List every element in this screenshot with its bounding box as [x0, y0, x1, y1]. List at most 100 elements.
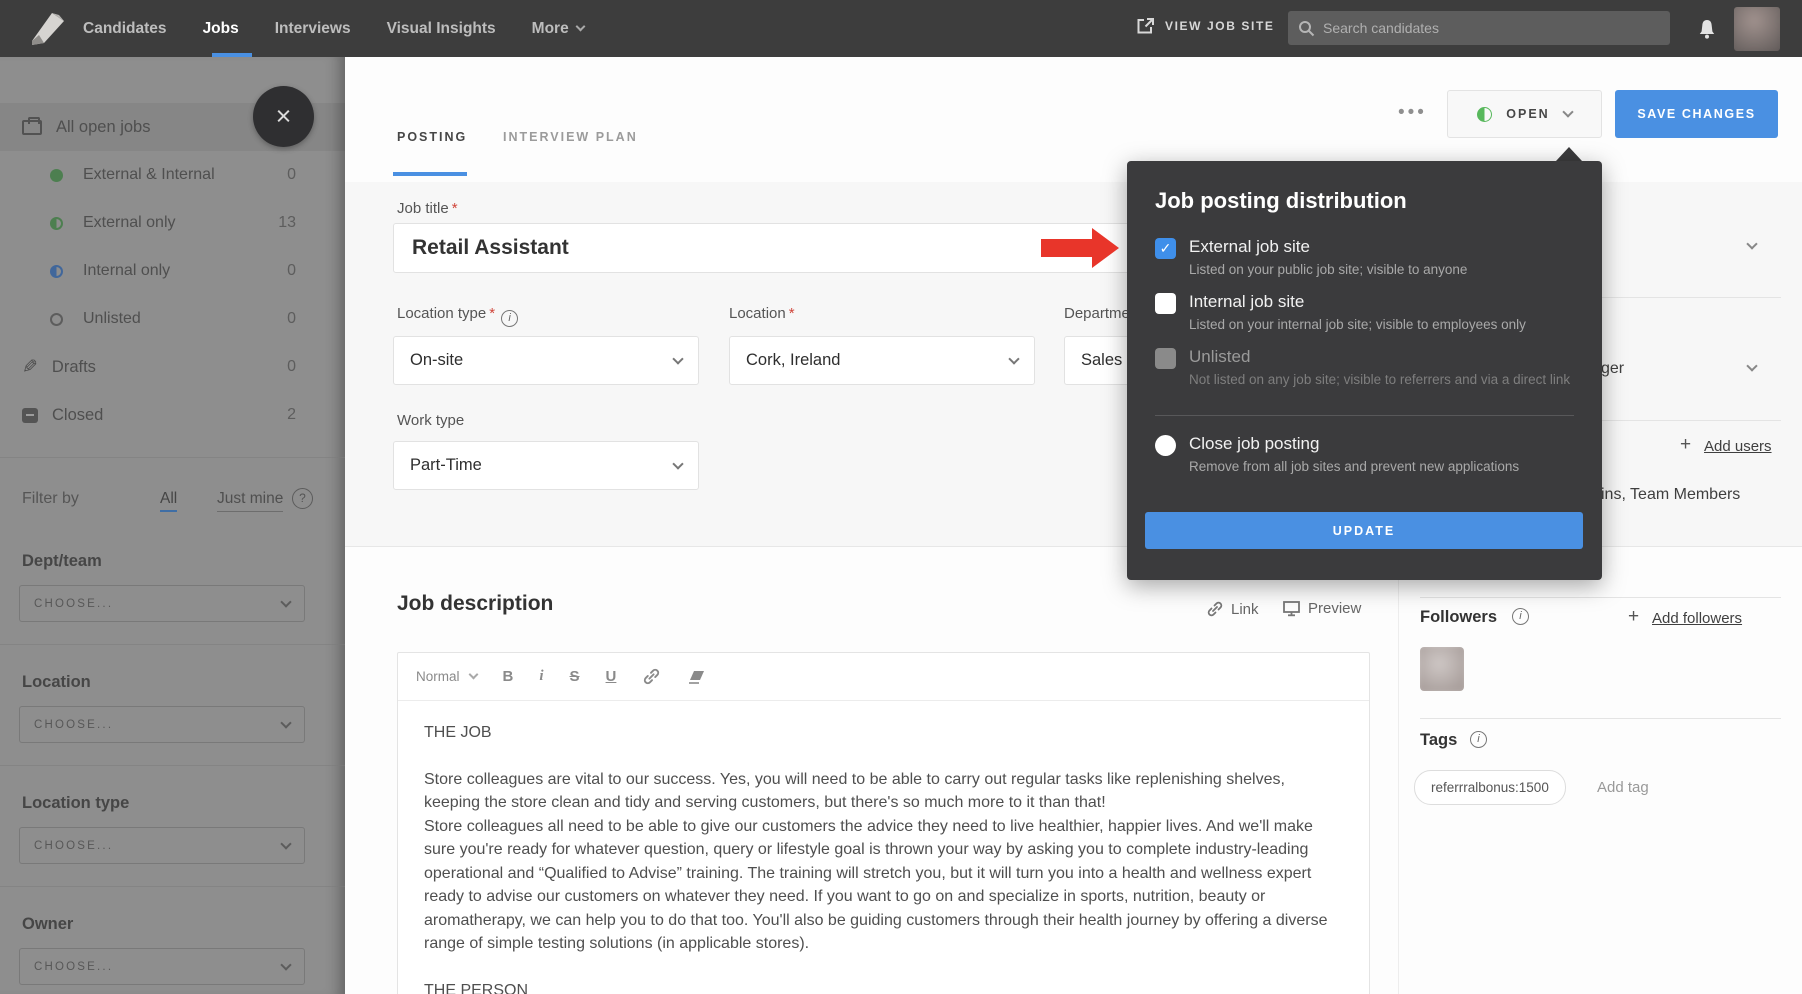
update-button[interactable]: UPDATE [1145, 512, 1583, 549]
location-type-dropdown[interactable]: On-site [393, 336, 699, 385]
italic-button[interactable]: i [539, 668, 543, 685]
work-type-dropdown[interactable]: Part-Time [393, 441, 699, 490]
option-description: Listed on your internal job site; visibl… [1189, 317, 1526, 332]
info-icon[interactable]: i [1470, 731, 1487, 748]
green-half-dot-icon [50, 217, 63, 230]
work-type-label: Work type [397, 412, 464, 429]
notifications-bell-icon[interactable] [1690, 12, 1724, 46]
description-paragraph: THE JOB [424, 721, 1343, 745]
required-asterisk: * [452, 200, 458, 217]
nav-visual-insights[interactable]: Visual Insights [387, 20, 496, 38]
option-close-job-posting[interactable]: Close job posting Remove from all job si… [1155, 434, 1575, 474]
sidebar-item-count: 0 [287, 310, 296, 328]
view-job-site-button[interactable]: VIEW JOB SITE [1136, 17, 1274, 35]
job-title-input[interactable] [393, 223, 1130, 273]
chevron-down-icon [468, 670, 478, 680]
more-options-button[interactable]: ••• [1398, 102, 1427, 124]
checkbox-checked-icon[interactable]: ✓ [1155, 238, 1176, 259]
owner-select[interactable]: CHOOSE... [19, 948, 305, 985]
nav-more[interactable]: More [532, 20, 584, 38]
arrow-head [1092, 228, 1119, 268]
preview-button[interactable]: Preview [1282, 600, 1361, 617]
option-description: Remove from all job sites and prevent ne… [1189, 459, 1519, 474]
location-value: Cork, Ireland [746, 351, 840, 370]
tab-interview-plan[interactable]: INTERVIEW PLAN [503, 130, 638, 144]
open-status-icon [1477, 107, 1492, 122]
option-label: Close job posting [1189, 434, 1319, 453]
nav-interviews[interactable]: Interviews [275, 20, 351, 38]
help-icon[interactable]: ? [292, 488, 313, 509]
clear-formatting-eraser-icon[interactable] [687, 669, 707, 685]
sidebar-item-unlisted[interactable]: Unlisted 0 [0, 295, 345, 343]
arrow-body [1041, 239, 1092, 257]
filter-just-mine-toggle[interactable]: Just mine [217, 490, 283, 512]
pencil-icon: ✎ [22, 358, 38, 377]
radio-icon[interactable] [1155, 435, 1176, 456]
link-label: Link [1231, 601, 1259, 618]
underline-button[interactable]: U [606, 668, 617, 685]
user-avatar[interactable] [1734, 7, 1780, 51]
sidebar-item-internal-only[interactable]: Internal only 0 [0, 247, 345, 295]
sidebar-item-count: 2 [287, 406, 296, 424]
info-icon[interactable]: i [501, 310, 518, 327]
location-heading: Location [22, 673, 345, 692]
primary-nav: Candidates Jobs Interviews Visual Insigh… [83, 0, 584, 57]
add-followers-link[interactable]: Add followers [1652, 610, 1742, 627]
option-external-job-site[interactable]: ✓ External job site Listed on your publi… [1155, 237, 1575, 277]
save-changes-button[interactable]: SAVE CHANGES [1615, 90, 1778, 138]
label-text: Location type [397, 305, 486, 322]
add-users-link[interactable]: Add users [1704, 438, 1772, 455]
location-dropdown[interactable]: Cork, Ireland [729, 336, 1035, 385]
dept-team-select[interactable]: CHOOSE... [19, 585, 305, 622]
location-select[interactable]: CHOOSE... [19, 706, 305, 743]
description-paragraph: Store colleagues are vital to our succes… [424, 768, 1343, 815]
close-sidebar-button[interactable]: × [253, 86, 314, 147]
divider [0, 886, 345, 887]
strikethrough-button[interactable]: S [570, 668, 580, 685]
insert-link-icon[interactable] [642, 667, 661, 686]
info-icon[interactable]: i [1512, 608, 1529, 625]
sidebar-item-closed[interactable]: Closed 2 [0, 391, 345, 439]
sidebar-item-external-internal[interactable]: External & Internal 0 [0, 151, 345, 199]
tag-referral-bonus[interactable]: referrralbonus:1500 [1414, 770, 1566, 805]
nav-candidates[interactable]: Candidates [83, 20, 167, 38]
option-internal-job-site[interactable]: Internal job site Listed on your interna… [1155, 292, 1575, 332]
lever-logo[interactable] [26, 11, 66, 47]
job-status-open-button[interactable]: OPEN [1447, 90, 1602, 138]
filter-by-row: Filter by All Just mine ? [0, 478, 345, 524]
chevron-down-icon [280, 838, 291, 849]
editor-toolbar: Normal B i S U [398, 653, 1369, 701]
text-style-dropdown[interactable]: Normal [416, 669, 477, 684]
label-text: Department [1064, 305, 1134, 322]
location-type-value: On-site [410, 351, 463, 370]
hiring-manager-partial-text: ger [1601, 360, 1624, 378]
bold-button[interactable]: B [503, 668, 514, 685]
sidebar-item-drafts[interactable]: ✎ Drafts 0 [0, 343, 345, 391]
link-button[interactable]: Link [1206, 600, 1259, 618]
view-job-site-label: VIEW JOB SITE [1165, 19, 1274, 33]
open-status-label: OPEN [1506, 107, 1549, 121]
checkbox-unchecked-icon[interactable] [1155, 293, 1176, 314]
tab-posting[interactable]: POSTING [397, 130, 467, 144]
nav-jobs[interactable]: Jobs [203, 20, 239, 38]
required-asterisk: * [789, 305, 795, 322]
search-input[interactable] [1323, 20, 1643, 36]
followers-heading: Followers [1420, 608, 1497, 627]
location-value: CHOOSE... [34, 719, 113, 731]
location-type-select[interactable]: CHOOSE... [19, 827, 305, 864]
job-title-label: Job title* [397, 200, 458, 217]
filter-all-toggle[interactable]: All [160, 490, 177, 512]
add-tag-input[interactable]: Add tag [1597, 779, 1649, 796]
sidebar-item-label: External only [83, 214, 176, 232]
chevron-down-icon [1562, 106, 1573, 117]
job-description-text[interactable]: THE JOB Store colleagues are vital to ou… [398, 701, 1369, 994]
outline-dot-icon [50, 313, 63, 326]
divider [0, 457, 345, 458]
follower-avatar[interactable] [1420, 647, 1464, 691]
job-posting-distribution-popover: Job posting distribution ✓ External job … [1127, 161, 1602, 580]
work-type-value: Part-Time [410, 456, 482, 475]
sidebar-item-external-only[interactable]: External only 13 [0, 199, 345, 247]
dept-team-heading: Dept/team [22, 552, 345, 571]
option-description: Not listed on any job site; visible to r… [1189, 372, 1570, 387]
tags-heading: Tags [1420, 731, 1457, 750]
